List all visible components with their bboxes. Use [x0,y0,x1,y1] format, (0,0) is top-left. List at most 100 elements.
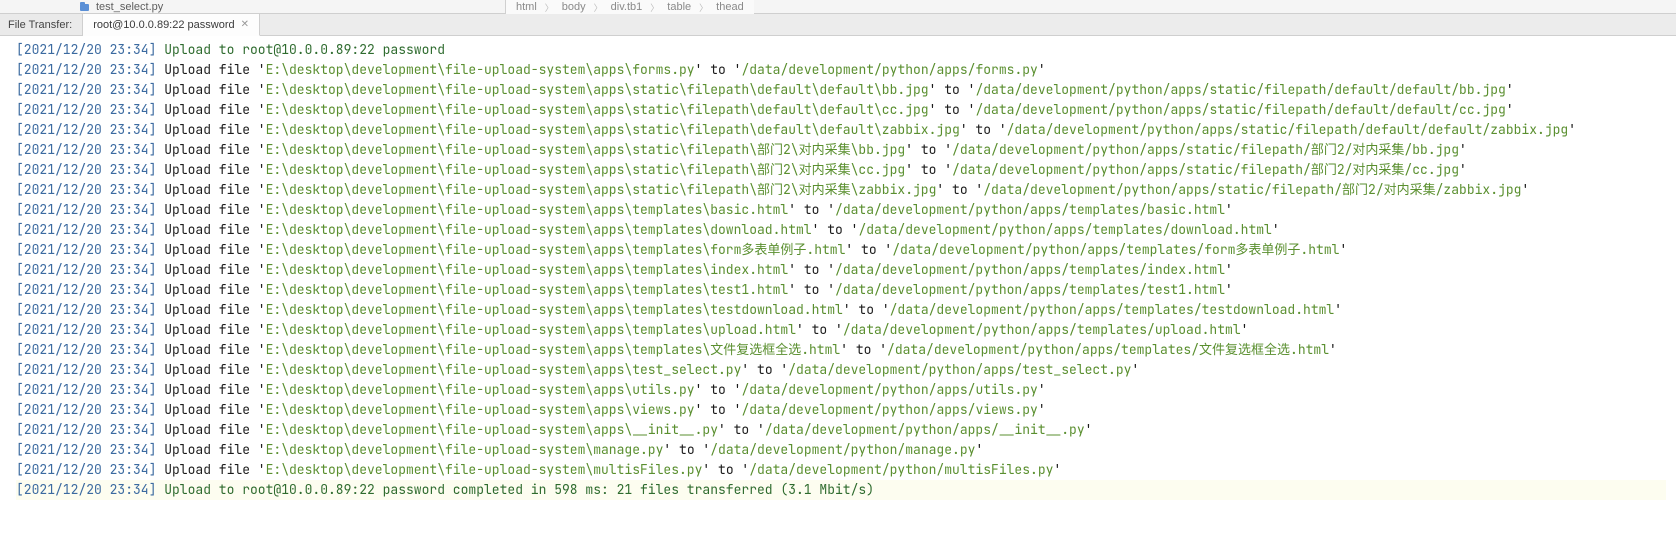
log-dest-path: /data/development/python/apps/static/fil… [952,161,1459,178]
log-source-path: E:\desktop\development\file-upload-syste… [266,441,664,458]
log-text: ' to ' [702,461,749,478]
log-text: ' to ' [788,261,835,278]
breadcrumb-item[interactable]: table [665,1,693,13]
log-dest-path: /data/development/python/apps/templates/… [835,281,1225,298]
log-text: Upload file ' [164,241,265,258]
log-dest-path: /data/development/python/apps/templates/… [892,241,1339,258]
open-file-name[interactable]: test_select.py [96,1,163,13]
log-text: ' [1272,221,1280,238]
log-text: Upload file ' [164,341,265,358]
log-text: Upload file ' [164,61,265,78]
log-timestamp: [2021/12/20 23:34] [16,101,164,118]
breadcrumb-separator-icon: 〉 [545,1,554,14]
log-source-path: E:\desktop\development\file-upload-syste… [266,401,695,418]
log-timestamp: [2021/12/20 23:34] [16,421,164,438]
log-upload-line: [2021/12/20 23:34] Upload file 'E:\deskt… [16,260,1666,280]
log-text: ' [1339,241,1347,258]
log-timestamp: [2021/12/20 23:34] [16,241,164,258]
log-text: ' to ' [929,101,976,118]
log-text: ' to ' [960,121,1007,138]
log-text: Upload file ' [164,141,265,158]
log-upload-line: [2021/12/20 23:34] Upload file 'E:\deskt… [16,440,1666,460]
log-source-path: E:\desktop\development\file-upload-syste… [266,261,789,278]
log-text: ' [1568,121,1576,138]
log-timestamp: [2021/12/20 23:34] [16,321,164,338]
log-text: ' to ' [695,381,742,398]
log-text: Upload file ' [164,441,265,458]
log-text: Upload file ' [164,401,265,418]
log-timestamp: [2021/12/20 23:34] [16,41,164,58]
log-dest-path: /data/development/python/apps/templates/… [858,221,1271,238]
log-source-path: E:\desktop\development\file-upload-syste… [266,301,843,318]
log-timestamp: [2021/12/20 23:34] [16,441,164,458]
log-timestamp: [2021/12/20 23:34] [16,201,164,218]
log-text: Upload file ' [164,81,265,98]
log-source-path: E:\desktop\development\file-upload-syste… [266,281,789,298]
log-timestamp: [2021/12/20 23:34] [16,81,164,98]
file-transfer-tab[interactable]: root@10.0.0.89:22 password ✕ [83,14,260,36]
breadcrumb-item[interactable]: thead [714,1,746,13]
log-text: ' [1329,341,1337,358]
log-source-path: E:\desktop\development\file-upload-syste… [266,201,789,218]
log-text: ' to ' [929,81,976,98]
breadcrumb-item[interactable]: div.tb1 [609,1,645,13]
log-text: ' to ' [695,401,742,418]
log-upload-line: [2021/12/20 23:34] Upload file 'E:\deskt… [16,60,1666,80]
log-source-path: E:\desktop\development\file-upload-syste… [266,321,796,338]
log-text: ' to ' [796,321,843,338]
log-dest-path: /data/development/python/apps/static/fil… [952,141,1459,158]
log-timestamp: [2021/12/20 23:34] [16,381,164,398]
breadcrumb-item[interactable]: html [514,1,539,13]
log-text: ' [1038,61,1046,78]
breadcrumb-separator-icon: 〉 [650,1,659,14]
close-icon[interactable]: ✕ [241,19,249,30]
log-dest-path: /data/development/python/apps/templates/… [835,201,1225,218]
log-timestamp: [2021/12/20 23:34] [16,161,164,178]
log-dest-path: /data/development/python/apps/templates/… [890,301,1335,318]
log-text: ' to ' [905,161,952,178]
log-header-line: [2021/12/20 23:34] Upload to root@10.0.0… [16,40,1666,60]
log-text: ' to ' [936,181,983,198]
log-text: ' [1459,141,1467,158]
log-upload-line: [2021/12/20 23:34] Upload file 'E:\deskt… [16,240,1666,260]
log-dest-path: /data/development/python/manage.py [710,441,975,458]
log-text: ' to ' [812,221,859,238]
log-source-path: E:\desktop\development\file-upload-syste… [266,101,929,118]
file-transfer-log[interactable]: [2021/12/20 23:34] Upload to root@10.0.0… [0,36,1676,538]
log-dest-path: /data/development/python/apps/templates/… [887,341,1329,358]
log-summary-text: Upload to root@10.0.0.89:22 password com… [164,481,874,498]
log-source-path: E:\desktop\development\file-upload-syste… [266,341,841,358]
log-text: ' [1334,301,1342,318]
editor-top-strip: test_select.py html 〉 body 〉 div.tb1 〉 table 〉 t… [0,0,1676,14]
log-text: Upload file ' [164,101,265,118]
log-timestamp: [2021/12/20 23:34] [16,341,164,358]
breadcrumb-item[interactable]: body [560,1,588,13]
log-text: ' to ' [840,341,887,358]
log-dest-path: /data/development/python/multisFiles.py [749,461,1053,478]
log-upload-line: [2021/12/20 23:34] Upload file 'E:\deskt… [16,460,1666,480]
log-timestamp: [2021/12/20 23:34] [16,401,164,418]
log-text: Upload file ' [164,281,265,298]
log-text: ' [1241,321,1249,338]
log-timestamp: [2021/12/20 23:34] [16,261,164,278]
log-upload-line: [2021/12/20 23:34] Upload file 'E:\deskt… [16,220,1666,240]
log-source-path: E:\desktop\development\file-upload-syste… [266,381,695,398]
log-dest-path: /data/development/python/apps/views.py [741,401,1037,418]
log-dest-path: /data/development/python/apps/static/fil… [975,101,1505,118]
log-upload-line: [2021/12/20 23:34] Upload file 'E:\deskt… [16,80,1666,100]
log-text: Upload file ' [164,121,265,138]
log-text: ' to ' [845,241,892,258]
log-text: ' to ' [695,61,742,78]
log-upload-line: [2021/12/20 23:34] Upload file 'E:\deskt… [16,340,1666,360]
log-timestamp: [2021/12/20 23:34] [16,121,164,138]
breadcrumb-separator-icon: 〉 [699,1,708,14]
log-text: Upload file ' [164,381,265,398]
log-timestamp: [2021/12/20 23:34] [16,61,164,78]
log-source-path: E:\desktop\development\file-upload-syste… [266,361,742,378]
breadcrumb-separator-icon: 〉 [594,1,603,14]
log-source-path: E:\desktop\development\file-upload-syste… [266,61,695,78]
log-text: ' [1085,421,1093,438]
log-text: Upload file ' [164,161,265,178]
log-text: Upload file ' [164,181,265,198]
log-text: Upload file ' [164,321,265,338]
